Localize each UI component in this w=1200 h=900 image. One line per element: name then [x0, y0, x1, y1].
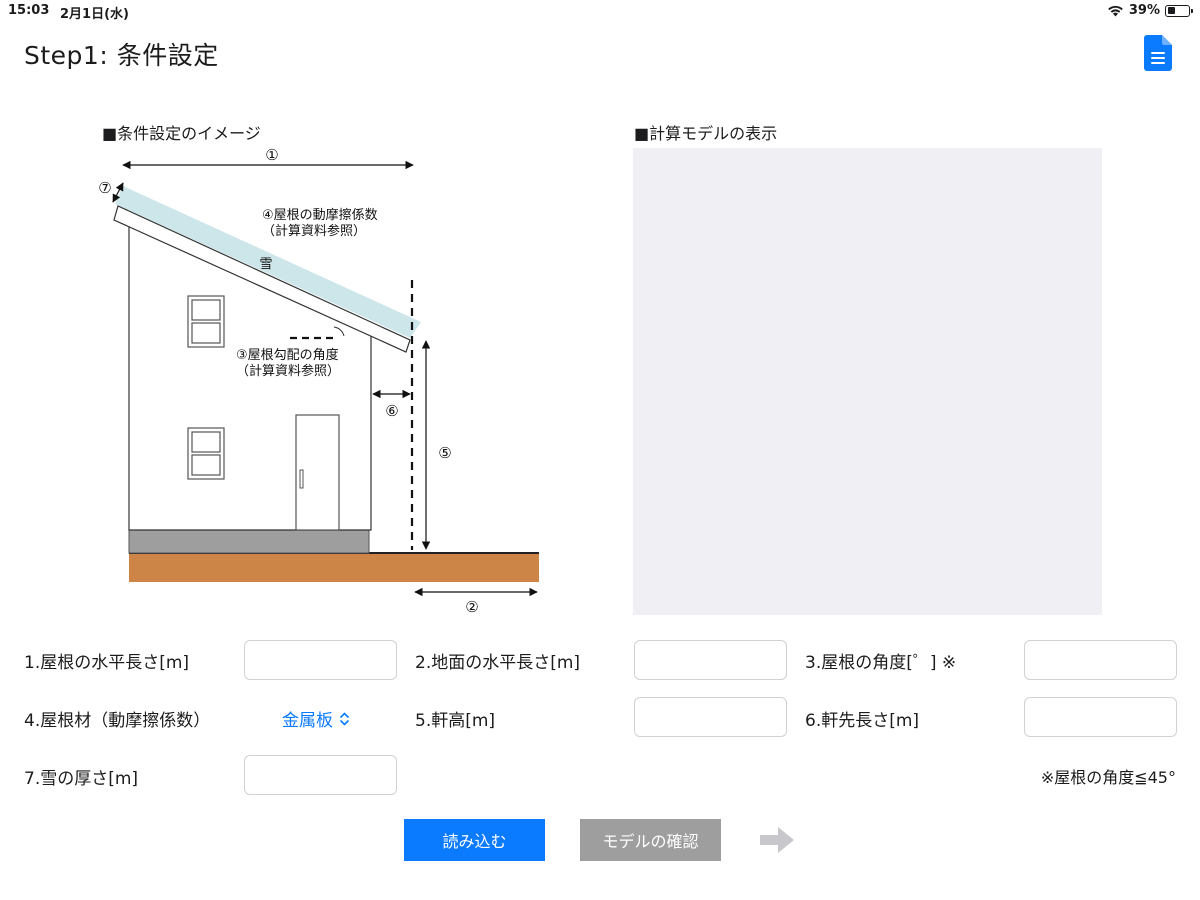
- arrow-right-icon[interactable]: [758, 824, 796, 856]
- angle-label: ③屋根勾配の角度: [236, 347, 339, 363]
- window-lower: [187, 427, 225, 480]
- status-time: 15:03: [8, 3, 50, 18]
- dim-label-2: ②: [465, 598, 478, 616]
- roof-material-value: 金属板: [282, 711, 333, 731]
- status-indicators: 39%: [1107, 3, 1193, 18]
- model-preview: [633, 148, 1102, 615]
- angle-sublabel: （計算資料参照）: [236, 363, 340, 379]
- window-upper: [187, 295, 225, 348]
- page-title: Step1: 条件設定: [24, 41, 219, 70]
- snow-thickness-input[interactable]: [244, 755, 397, 795]
- condition-diagram: ① ② ⑤ ⑥ ⑦ 雪 ④屋根の動摩擦係数 （計算資料参照） ③屋根勾配の角度 …: [90, 140, 560, 620]
- dim-label-7: ⑦: [98, 179, 111, 197]
- ground: [129, 554, 539, 582]
- eave-length-input[interactable]: [1024, 697, 1177, 737]
- dim-label-1: ①: [265, 146, 278, 164]
- roof-material-select[interactable]: 金属板: [282, 706, 350, 731]
- model-section-title: ■計算モデルの表示: [634, 124, 778, 143]
- eave-height-input[interactable]: [634, 697, 787, 737]
- roof-material-label: 4.屋根材（動摩擦係数）: [24, 711, 211, 731]
- eave-height-label: 5.軒高[m]: [415, 711, 496, 731]
- angle-note: ※屋根の角度≦45°: [1040, 768, 1176, 787]
- friction-label: ④屋根の動摩擦係数: [262, 207, 378, 223]
- roof-length-label: 1.屋根の水平長さ[m]: [24, 653, 190, 673]
- chevron-updown-icon: [339, 711, 350, 726]
- eave-length-label: 6.軒先長さ[m]: [805, 711, 920, 731]
- load-button[interactable]: 読み込む: [404, 819, 545, 861]
- wifi-icon: [1108, 5, 1123, 16]
- roof-angle-label: 3.屋根の角度[゜] ※: [805, 653, 957, 673]
- battery-level: [1167, 7, 1176, 14]
- dim-label-6: ⑥: [385, 402, 398, 420]
- door: [295, 414, 340, 531]
- status-date: 2月1日(水): [60, 7, 129, 22]
- foundation: [128, 529, 370, 554]
- dim-label-5: ⑤: [438, 444, 451, 462]
- roof-angle-input[interactable]: [1024, 640, 1177, 680]
- battery-icon: [1165, 4, 1193, 17]
- ground-length-label: 2.地面の水平長さ[m]: [415, 653, 581, 673]
- document-icon[interactable]: [1144, 35, 1172, 71]
- roof-length-input[interactable]: [244, 640, 397, 680]
- friction-sublabel: （計算資料参照）: [262, 223, 366, 239]
- check-model-button[interactable]: モデルの確認: [580, 819, 721, 861]
- snow-thickness-label: 7.雪の厚さ[m]: [24, 769, 139, 789]
- ground-length-input[interactable]: [634, 640, 787, 680]
- battery-percent: 39%: [1128, 3, 1160, 18]
- snow-label: 雪: [259, 257, 272, 272]
